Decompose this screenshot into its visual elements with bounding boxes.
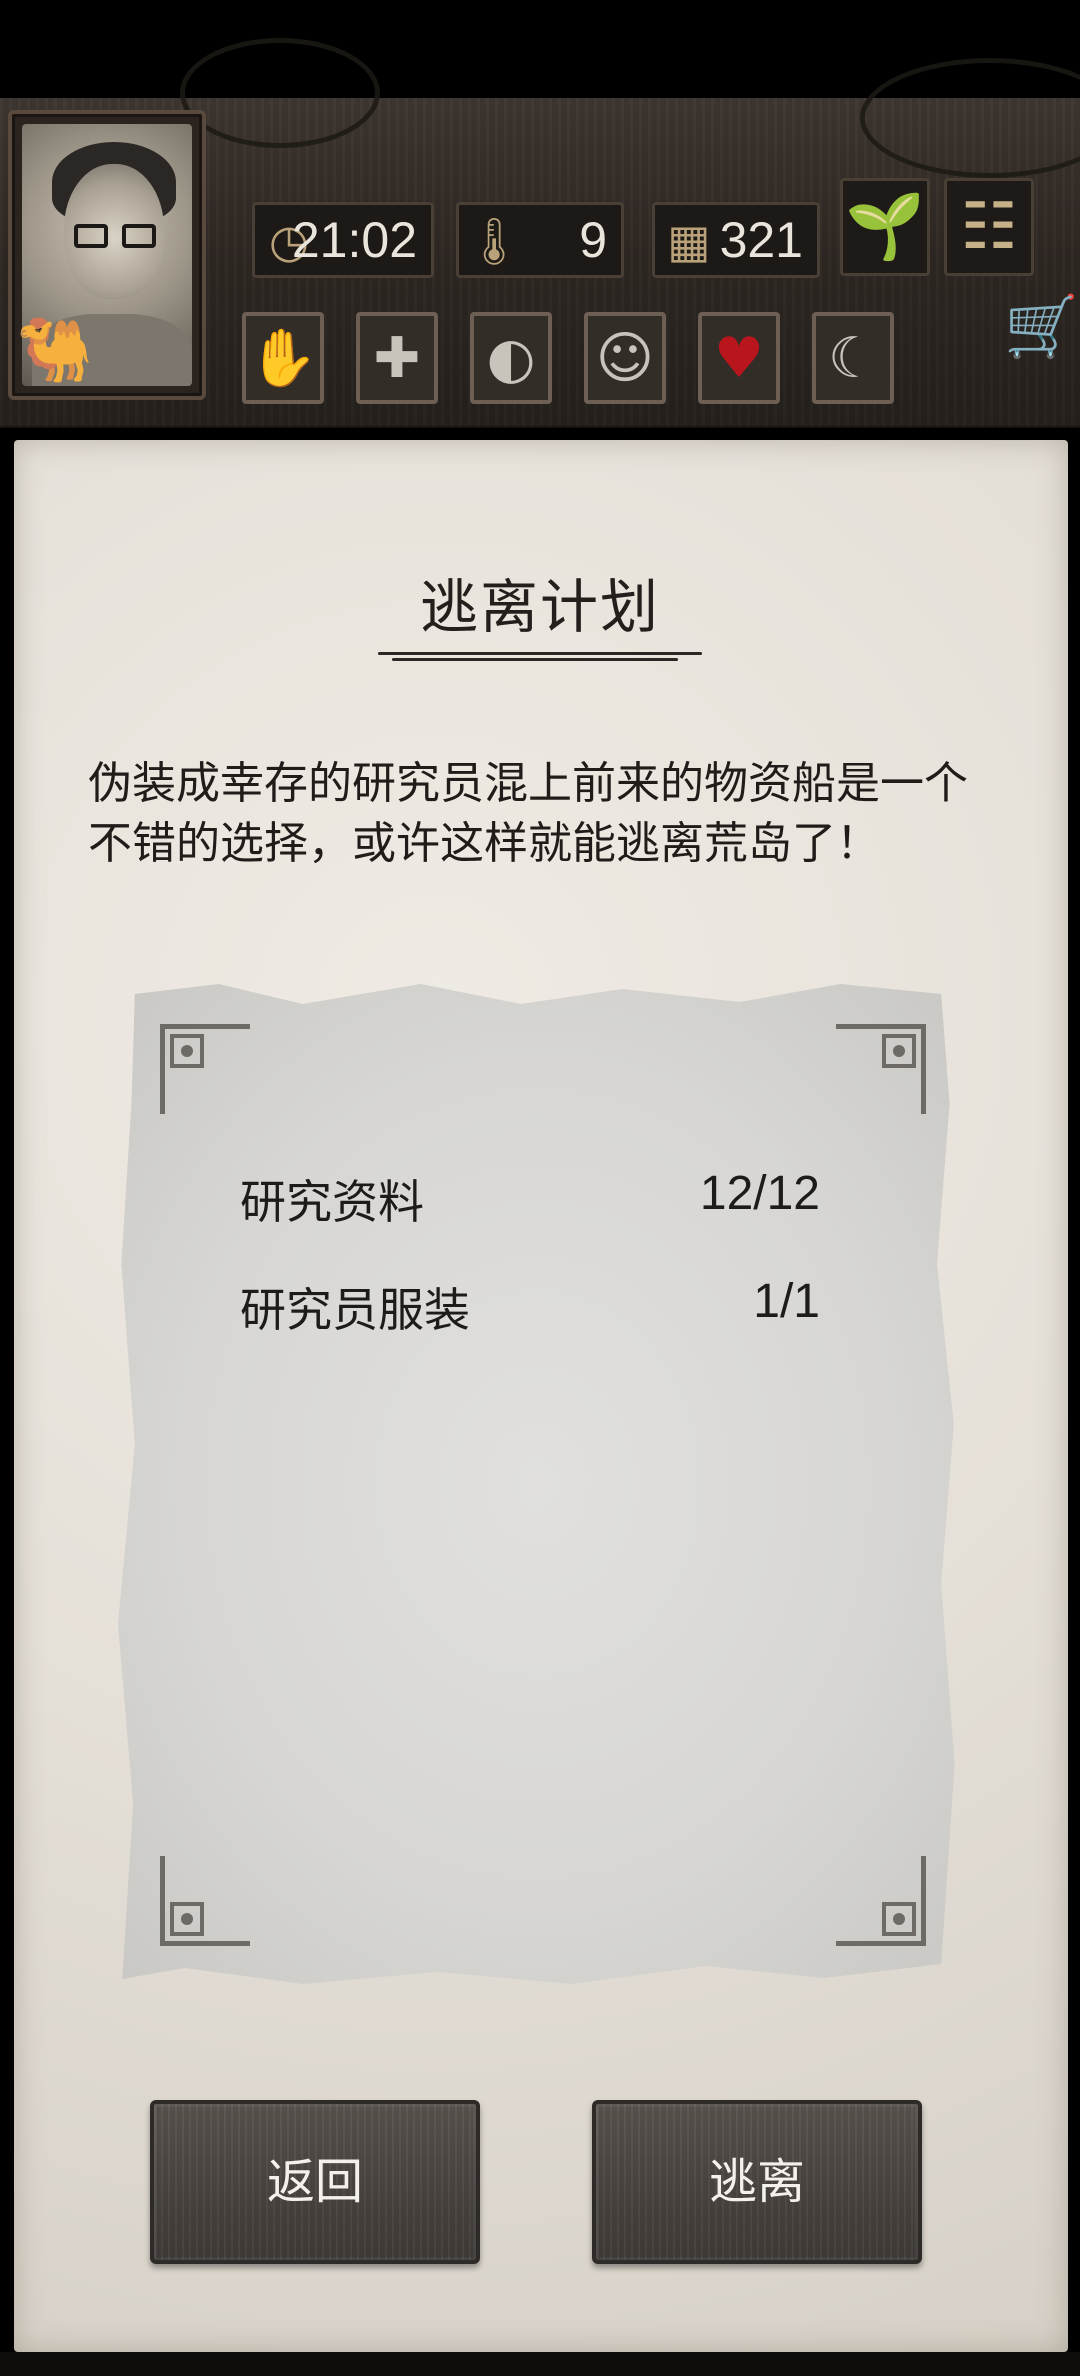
shop-button[interactable]: 🛒 <box>1004 292 1079 362</box>
requirements-panel <box>118 984 955 1984</box>
requirement-label: 研究资料 <box>240 1175 424 1229</box>
corner-ornament-icon <box>836 1856 926 1946</box>
temperature-display: 🌡 9 <box>456 202 624 278</box>
heart-icon: ♥ <box>713 326 765 391</box>
thermometer-icon: 🌡 <box>465 214 524 268</box>
corner-ornament-icon <box>160 1024 250 1114</box>
requirement-value: 12/12 <box>699 1167 820 1220</box>
corner-ornament-icon <box>836 1024 926 1114</box>
bandaged-hand-icon: ✋ <box>248 326 318 391</box>
camel-icon: 🐫 <box>16 313 94 386</box>
requirement-label: 研究员服装 <box>240 1283 470 1337</box>
dialog-description: 伪装成幸存的研究员混上前来的物资船是一个不错的选择，或许这样就能逃离荒岛了！ <box>88 758 968 869</box>
time-display: ◷ 21:02 <box>252 202 434 278</box>
day-display: ▦ 321 <box>652 202 820 278</box>
time-value: 21:02 <box>291 212 417 268</box>
character-portrait[interactable]: 🐫 <box>8 110 206 400</box>
shopping-cart-icon: 🛒 <box>1004 292 1079 362</box>
menu-button[interactable]: ☷ <box>944 178 1034 276</box>
health-cross-icon: ✚ <box>373 326 421 391</box>
head-mood-icon: ☺ <box>595 326 655 391</box>
sprout-icon: 🌱 <box>845 190 925 264</box>
glasses-icon <box>74 224 156 248</box>
stomach-icon: ◐ <box>486 326 536 391</box>
sleep-status[interactable]: ☾ <box>812 312 894 404</box>
bottom-edge <box>0 2352 1080 2376</box>
vine-decoration <box>180 38 380 148</box>
health-status[interactable]: ✚ <box>356 312 438 404</box>
requirement-value: 1/1 <box>753 1275 820 1328</box>
escape-button[interactable]: 逃离 <box>592 2100 922 2264</box>
title-underline <box>378 650 702 664</box>
back-button[interactable]: 返回 <box>150 2100 480 2264</box>
day-value: 321 <box>719 212 803 268</box>
menu-icon: ☷ <box>960 190 1018 264</box>
temperature-value: 9 <box>579 212 607 268</box>
back-button-label: 返回 <box>266 2154 363 2210</box>
moon-sleep-icon: ☾ <box>827 326 879 391</box>
corner-ornament-icon <box>160 1856 250 1946</box>
dialog-title: 逃离计划 <box>419 573 660 641</box>
calendar-icon: ▦ <box>667 214 711 268</box>
injury-status[interactable]: ✋ <box>242 312 324 404</box>
heart-status[interactable]: ♥ <box>698 312 780 404</box>
sprout-button[interactable]: 🌱 <box>840 178 930 276</box>
escape-button-label: 逃离 <box>708 2154 805 2210</box>
mood-status[interactable]: ☺ <box>584 312 666 404</box>
hunger-status[interactable]: ◐ <box>470 312 552 404</box>
